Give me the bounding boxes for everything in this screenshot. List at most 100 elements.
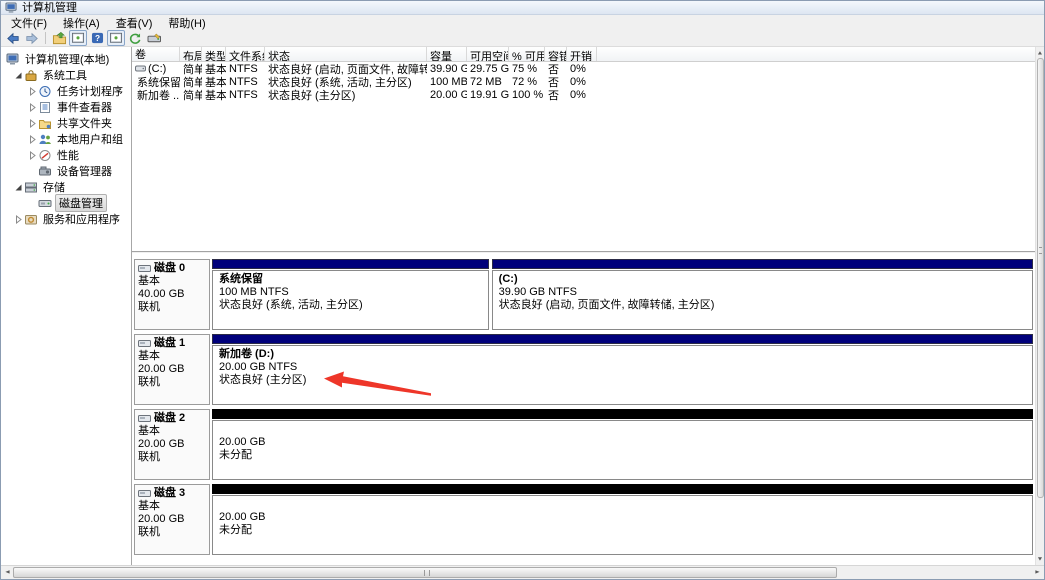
column-header-status[interactable]: 状态 (265, 47, 427, 61)
thumb-grip (1039, 247, 1042, 254)
tree-item-task-scheduler[interactable]: 任务计划程序 (1, 83, 131, 99)
partition-detail: 20.00 GB (219, 511, 1026, 524)
scroll-up-button[interactable]: ▲ (1036, 48, 1044, 58)
disk-3-info-card[interactable]: 磁盘 3 基本 20.00 GB 联机 (134, 484, 210, 555)
volume-pct-free: 72 % (509, 76, 545, 88)
menu-view[interactable]: 查看(V) (108, 14, 161, 32)
task-scheduler-icon (38, 85, 52, 98)
up-arrow-icon: ▲ (1037, 50, 1044, 56)
horizontal-scrollbar[interactable]: ◄ ► (1, 565, 1044, 579)
column-header-type[interactable]: 类型 (202, 47, 226, 61)
partition-name: 新加卷 (D:) (219, 348, 1026, 361)
disk-1-info-card[interactable]: 磁盘 1 基本 20.00 GB 联机 (134, 334, 210, 405)
menu-action[interactable]: 操作(A) (55, 14, 108, 32)
disk-type: 基本 (138, 350, 206, 363)
volume-type: 基本 (202, 87, 226, 103)
disk-status: 联机 (138, 376, 206, 389)
console-tree-button[interactable] (69, 30, 87, 46)
partition-c-drive[interactable]: (C:) 39.90 GB NTFS 状态良好 (启动, 页面文件, 故障转储,… (492, 259, 1033, 330)
console-window-button[interactable] (107, 30, 125, 46)
column-header-free-space[interactable]: 可用空间 (467, 47, 509, 61)
column-header-capacity[interactable]: 容量 (427, 47, 467, 61)
column-header-overhead[interactable]: 开销 (567, 47, 597, 61)
column-header-filesystem[interactable]: 文件系统 (226, 47, 265, 61)
volume-icon (135, 64, 146, 73)
back-button[interactable] (4, 30, 22, 46)
vertical-scrollbar[interactable]: ▲ ▼ (1035, 47, 1044, 565)
expanded-triangle-icon[interactable] (13, 183, 24, 192)
volume-capacity: 39.90 GB (427, 63, 467, 75)
computer-icon (6, 53, 20, 66)
column-header-volume[interactable]: 卷 (132, 47, 180, 61)
disk-status: 联机 (138, 526, 206, 539)
scroll-left-button[interactable]: ◄ (2, 567, 13, 579)
vertical-scrollbar-thumb[interactable] (1037, 58, 1044, 498)
console-tree-icon (71, 32, 85, 44)
menu-help[interactable]: 帮助(H) (160, 14, 213, 32)
unallocated-space[interactable]: 20.00 GB 未分配 (212, 484, 1033, 555)
collapsed-triangle-icon[interactable] (13, 215, 24, 224)
collapsed-triangle-icon[interactable] (27, 119, 38, 128)
tree-item-performance[interactable]: 性能 (1, 147, 131, 163)
volume-free-space: 19.91 GB (467, 89, 509, 101)
volume-list-panel: 卷 布局 类型 文件系统 状态 容量 可用空间 % 可用 容错 开销 (C:) … (132, 47, 1035, 251)
menu-file[interactable]: 文件(F) (3, 14, 55, 32)
volume-pct-free: 75 % (509, 63, 545, 75)
computer-management-window: 计算机管理 文件(F) 操作(A) 查看(V) 帮助(H) ? 计算机管理(本地… (0, 0, 1045, 580)
menu-bar: 文件(F) 操作(A) 查看(V) 帮助(H) (1, 15, 1044, 30)
partition-name (219, 498, 1026, 511)
collapsed-triangle-icon[interactable] (27, 87, 38, 96)
collapsed-triangle-icon[interactable] (27, 135, 38, 144)
volume-row-new-volume[interactable]: 新加卷 ... 简单 基本 NTFS 状态良好 (主分区) 20.00 GB 1… (132, 88, 1035, 101)
tree-item-event-viewer[interactable]: 事件查看器 (1, 99, 131, 115)
scroll-right-button[interactable]: ► (1032, 567, 1043, 579)
volume-filesystem: NTFS (226, 76, 265, 88)
collapsed-triangle-icon[interactable] (27, 151, 38, 160)
tree-item-services-applications[interactable]: 服务和应用程序 (1, 211, 131, 227)
disk-3-partitions: 20.00 GB 未分配 (212, 484, 1033, 555)
help-button[interactable]: ? (88, 30, 106, 46)
refresh-button[interactable] (126, 30, 144, 46)
tree-item-system-tools[interactable]: 系统工具 (1, 67, 131, 83)
tree-item-disk-management[interactable]: 磁盘管理 (1, 195, 131, 211)
forward-button[interactable] (23, 30, 41, 46)
tree-item-label: 设备管理器 (55, 163, 114, 179)
scroll-down-button[interactable]: ▼ (1036, 554, 1044, 564)
partition-d-drive[interactable]: 新加卷 (D:) 20.00 GB NTFS 状态良好 (主分区) (212, 334, 1033, 405)
disk-0-info-card[interactable]: 磁盘 0 基本 40.00 GB 联机 (134, 259, 210, 330)
tree-item-local-users-groups[interactable]: 本地用户和组 (1, 131, 131, 147)
partition-state: 未分配 (219, 524, 1026, 537)
export-list-button[interactable] (50, 30, 68, 46)
column-header-pct-free[interactable]: % 可用 (509, 47, 545, 61)
system-tools-icon (24, 69, 38, 82)
horizontal-scrollbar-thumb[interactable] (13, 567, 837, 578)
collapsed-triangle-icon[interactable] (27, 103, 38, 112)
tree-item-storage[interactable]: 存储 (1, 179, 131, 195)
disk-0-partitions: 系统保留 100 MB NTFS 状态良好 (系统, 活动, 主分区) (C:)… (212, 259, 1033, 330)
right-arrow-icon: ► (1034, 570, 1041, 576)
disk-1-row: 磁盘 1 基本 20.00 GB 联机 新加卷 (D:) 20.00 GB NT… (134, 334, 1033, 405)
tree-item-label: 事件查看器 (55, 99, 114, 115)
unallocated-color-bar (212, 409, 1033, 419)
tree-item-label: 服务和应用程序 (41, 211, 122, 227)
expanded-triangle-icon[interactable] (13, 71, 24, 80)
disk-size: 20.00 GB (138, 363, 206, 376)
disk-name: 磁盘 1 (154, 337, 185, 350)
disk-2-info-card[interactable]: 磁盘 2 基本 20.00 GB 联机 (134, 409, 210, 480)
disk-settings-button[interactable] (145, 30, 163, 46)
tree-item-computer-management[interactable]: 计算机管理(本地) (1, 51, 131, 67)
toolbar-separator (45, 32, 46, 44)
column-header-layout[interactable]: 布局 (180, 47, 202, 61)
tree-item-label: 计算机管理(本地) (23, 51, 111, 67)
partition-system-reserved[interactable]: 系统保留 100 MB NTFS 状态良好 (系统, 活动, 主分区) (212, 259, 489, 330)
partition-detail: 20.00 GB NTFS (219, 361, 1026, 374)
column-header-fault-tolerance[interactable]: 容错 (545, 47, 567, 61)
primary-partition-color-bar (492, 259, 1033, 269)
tree-item-shared-folders[interactable]: 共享文件夹 (1, 115, 131, 131)
unallocated-space[interactable]: 20.00 GB 未分配 (212, 409, 1033, 480)
storage-icon (24, 181, 38, 194)
tree-item-device-manager[interactable]: 设备管理器 (1, 163, 131, 179)
volume-free-space: 72 MB (467, 76, 509, 88)
partition-detail: 20.00 GB (219, 436, 1026, 449)
services-icon (24, 213, 38, 226)
